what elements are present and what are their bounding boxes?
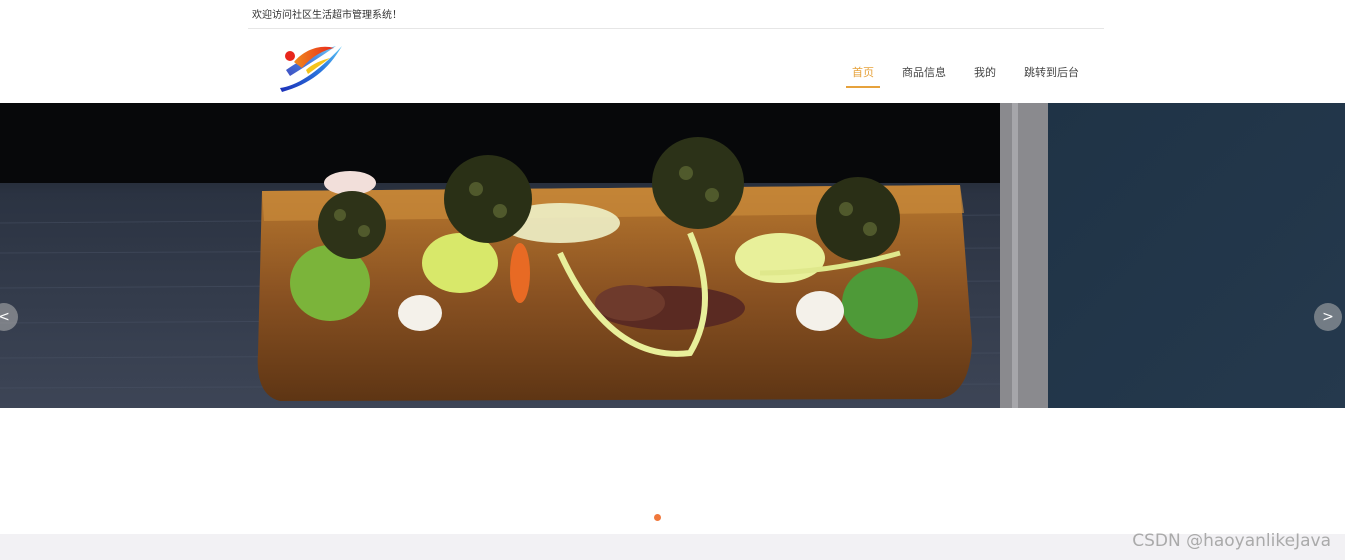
welcome-text: 欢迎访问社区生活超市管理系统！	[252, 10, 402, 21]
top-bar: 欢迎访问社区生活超市管理系统！	[248, 0, 1104, 29]
site-logo[interactable]	[276, 40, 346, 94]
main-nav: 首页 商品信息 我的 跳转到后台	[838, 62, 1093, 88]
logo-icon	[280, 46, 342, 92]
nav-item-mine[interactable]: 我的	[960, 62, 1010, 88]
nav-item-products[interactable]: 商品信息	[888, 62, 960, 88]
banner-food-image	[0, 103, 1345, 408]
carousel-banner[interactable]: < >	[0, 103, 1345, 408]
carousel-indicator-dot[interactable]	[654, 514, 661, 521]
carousel-next-button[interactable]: >	[1314, 303, 1342, 331]
nav-item-home[interactable]: 首页	[838, 62, 888, 88]
nav-item-admin[interactable]: 跳转到后台	[1010, 62, 1093, 88]
watermark-text: CSDN @haoyanlikeJava	[1132, 531, 1331, 551]
